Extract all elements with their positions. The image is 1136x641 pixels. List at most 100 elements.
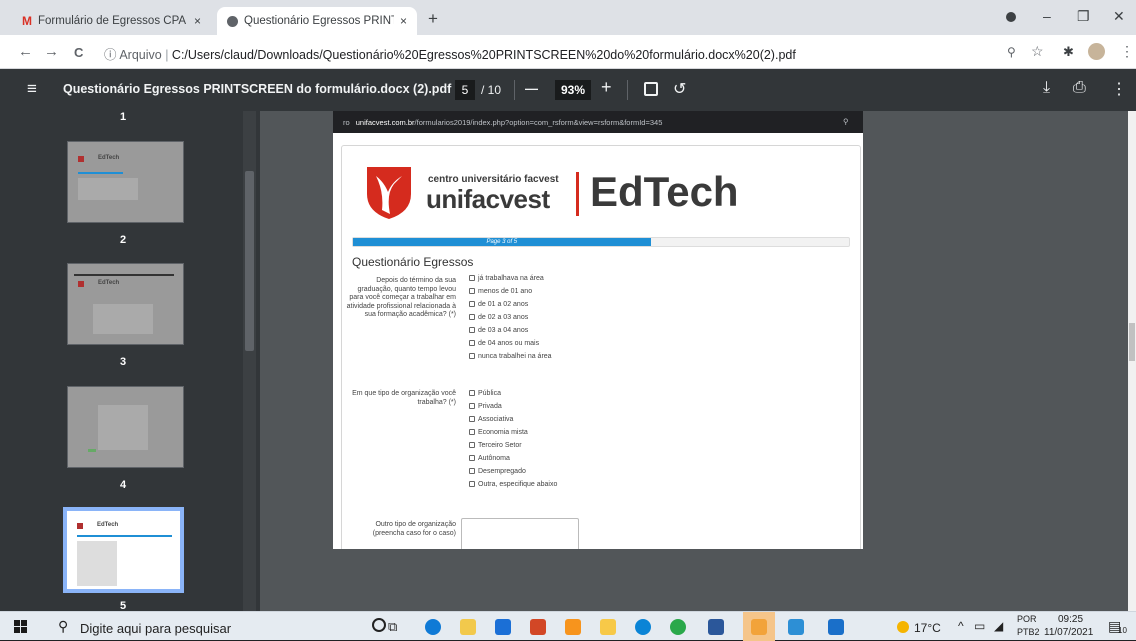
close-window-button[interactable]: ✕ <box>1113 8 1125 25</box>
progress-bar: Page 3 of 5 <box>352 237 850 247</box>
network-icon[interactable]: ▭ <box>974 619 985 633</box>
print-icon[interactable]: ⎙ <box>1073 79 1086 97</box>
page-thumbnail-selected[interactable]: EdTech <box>63 507 184 593</box>
word-icon[interactable] <box>708 619 724 635</box>
checkbox[interactable] <box>469 455 475 461</box>
checkbox-option[interactable]: Privada <box>469 403 502 410</box>
task-view-icon[interactable]: ⧉ <box>388 619 397 635</box>
sidebar-scroll-thumb[interactable] <box>245 171 254 351</box>
checkbox[interactable] <box>469 288 475 294</box>
checkbox-option[interactable]: Outra, especifique abaixo <box>469 481 557 488</box>
checkbox-option[interactable]: Associativa <box>469 416 513 423</box>
volume-icon[interactable]: ◢ <box>994 619 1003 633</box>
app-icon[interactable] <box>565 619 581 635</box>
app-icon[interactable] <box>828 619 844 635</box>
checkbox[interactable] <box>469 429 475 435</box>
tab-close-icon[interactable]: × <box>194 14 201 28</box>
search-icon[interactable]: ⚲ <box>58 618 68 635</box>
profile-icon[interactable] <box>1006 12 1016 22</box>
mail-icon[interactable] <box>495 619 511 635</box>
taskbar-search-input[interactable]: Digite aqui para pesquisar <box>80 621 231 636</box>
skype-icon[interactable] <box>635 619 651 635</box>
thumbnail-label: 1 <box>119 111 127 123</box>
bookmark-star-icon[interactable]: ☆ <box>1031 43 1044 60</box>
zoom-in-button[interactable]: + <box>601 77 612 98</box>
browser-menu-icon[interactable]: ⋮ <box>1120 43 1134 60</box>
checkbox-option[interactable]: Desempregado <box>469 468 526 475</box>
forward-button[interactable]: → <box>44 43 59 60</box>
checkbox-option[interactable]: de 02 a 03 anos <box>469 314 528 321</box>
checkbox[interactable] <box>469 403 475 409</box>
page-total: / 10 <box>481 83 502 97</box>
windows-start-icon[interactable] <box>14 620 27 633</box>
temperature[interactable]: 17°C <box>914 621 941 635</box>
checkbox-option[interactable]: nunca trabalhei na área <box>469 353 552 360</box>
outro-tipo-textarea[interactable] <box>461 518 579 549</box>
back-button[interactable]: ← <box>18 43 33 60</box>
checkbox-option[interactable]: Economia mista <box>469 429 528 436</box>
page-thumbnail[interactable]: EdTech <box>67 263 184 345</box>
main-scroll-thumb[interactable] <box>1129 323 1135 361</box>
pdf-more-icon[interactable]: ⋮ <box>1111 79 1127 99</box>
checkbox-option[interactable]: de 03 a 04 anos <box>469 327 528 334</box>
checkbox-option[interactable]: Autônoma <box>469 455 510 462</box>
restore-button[interactable]: ❐ <box>1077 8 1090 25</box>
clock-time[interactable]: 09:25 <box>1058 614 1083 625</box>
reload-button[interactable]: C <box>74 45 83 60</box>
language-code[interactable]: POR <box>1017 614 1037 624</box>
edge-icon[interactable] <box>425 619 441 635</box>
app-icon[interactable] <box>751 619 767 635</box>
photos-icon[interactable] <box>788 619 804 635</box>
info-icon[interactable]: ⓘ <box>104 48 117 62</box>
url-path: /formularios2019/index.php?option=com_rs… <box>414 118 663 127</box>
keyboard-layout[interactable]: PTB2 <box>1017 627 1040 637</box>
checkbox-option[interactable]: de 04 anos ou mais <box>469 340 539 347</box>
cortana-icon[interactable] <box>372 618 386 632</box>
page-thumbnail[interactable] <box>67 386 184 468</box>
tab-formulario[interactable]: M Formulário de Egressos CPA unifa × <box>12 7 217 35</box>
url-field[interactable]: ⓘ Arquivo | C:/Users/claud/Downloads/Que… <box>104 44 796 63</box>
checkbox-label: Outra, especifique abaixo <box>478 481 558 488</box>
file-explorer-icon[interactable] <box>460 619 476 635</box>
tab-close-icon[interactable]: × <box>400 14 407 28</box>
app-icon[interactable] <box>600 619 616 635</box>
powerpoint-icon[interactable] <box>530 619 546 635</box>
checkbox[interactable] <box>469 390 475 396</box>
sidebar-scrollbar[interactable] <box>243 111 256 611</box>
checkbox[interactable] <box>469 314 475 320</box>
fit-page-icon[interactable] <box>644 82 658 96</box>
checkbox-option[interactable]: Terceiro Setor <box>469 442 522 449</box>
checkbox[interactable] <box>469 327 475 333</box>
hamburger-menu-icon[interactable]: ≡ <box>27 79 37 99</box>
download-icon[interactable]: ⤓ <box>1043 79 1050 97</box>
clock-date[interactable]: 11/07/2021 <box>1044 627 1093 638</box>
main-scrollbar[interactable] <box>1128 111 1136 611</box>
checkbox-option[interactable]: Pública <box>469 390 501 397</box>
page-thumbnail[interactable]: EdTech <box>67 141 184 223</box>
checkbox[interactable] <box>469 353 475 359</box>
tab-questionario[interactable]: Questionário Egressos PRINTSCR × <box>217 7 417 35</box>
weather-icon[interactable] <box>897 621 909 633</box>
checkbox-label: já trabalhava na área <box>478 275 544 282</box>
checkbox-option[interactable]: menos de 01 ano <box>469 288 532 295</box>
zoom-level-input[interactable]: 93% <box>555 80 591 100</box>
new-tab-button[interactable]: + <box>428 9 438 29</box>
chrome-icon[interactable] <box>670 619 686 635</box>
checkbox-option[interactable]: de 01 a 02 anos <box>469 301 528 308</box>
checkbox[interactable] <box>469 275 475 281</box>
avatar[interactable] <box>1088 43 1105 60</box>
rotate-icon[interactable]: ↺ <box>673 79 686 99</box>
page-number-input[interactable]: 5 <box>455 80 475 100</box>
minimize-button[interactable]: – <box>1043 8 1051 24</box>
zoom-icon[interactable]: ⚲ <box>1007 45 1016 59</box>
tray-chevron-icon[interactable]: ^ <box>958 619 964 633</box>
checkbox[interactable] <box>469 481 475 487</box>
extensions-icon[interactable]: ✱ <box>1063 44 1074 60</box>
zoom-out-button[interactable]: — <box>525 81 538 96</box>
checkbox[interactable] <box>469 301 475 307</box>
checkbox[interactable] <box>469 416 475 422</box>
checkbox[interactable] <box>469 468 475 474</box>
checkbox[interactable] <box>469 442 475 448</box>
checkbox-option[interactable]: já trabalhava na área <box>469 275 544 282</box>
checkbox[interactable] <box>469 340 475 346</box>
